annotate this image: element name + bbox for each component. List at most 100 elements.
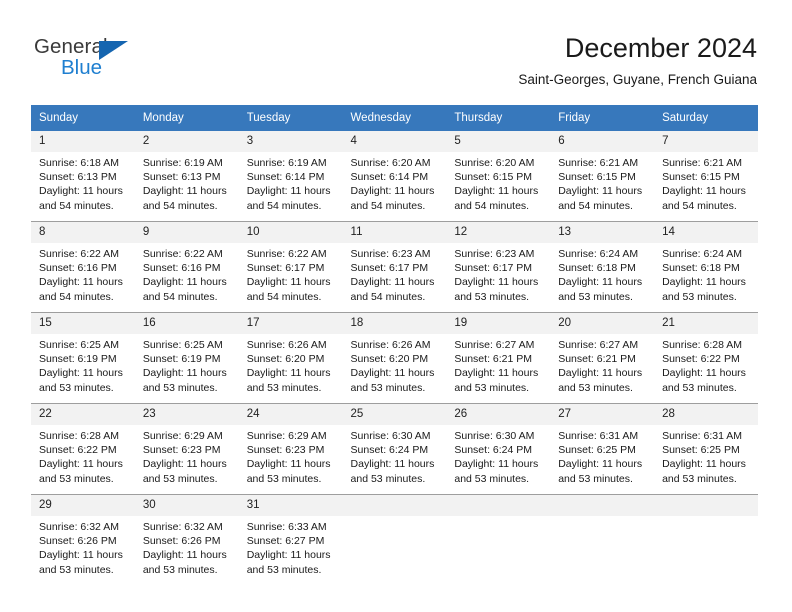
day-cell[interactable]: 11 Sunrise: 6:23 AM Sunset: 6:17 PM Dayl…	[342, 221, 447, 313]
daylight-text-line1: Daylight: 11 hours	[662, 367, 746, 380]
general-blue-logo[interactable]: General Blue	[34, 36, 154, 82]
day-cell[interactable]: 17 Sunrise: 6:26 AM Sunset: 6:20 PM Dayl…	[238, 312, 343, 404]
day-cell[interactable]: 3 Sunrise: 6:19 AM Sunset: 6:14 PM Dayli…	[238, 131, 343, 222]
day-cell[interactable]: 6 Sunrise: 6:21 AM Sunset: 6:15 PM Dayli…	[550, 131, 655, 222]
calendar-week-row: 1 Sunrise: 6:18 AM Sunset: 6:13 PM Dayli…	[31, 131, 758, 222]
day-number: 11	[342, 222, 447, 243]
day-cell[interactable]: 27 Sunrise: 6:31 AM Sunset: 6:25 PM Dayl…	[550, 403, 655, 495]
day-cell[interactable]: 8 Sunrise: 6:22 AM Sunset: 6:16 PM Dayli…	[31, 221, 135, 313]
sunset-text: Sunset: 6:15 PM	[558, 171, 636, 184]
daylight-text-line2: and 53 minutes.	[142, 381, 218, 394]
day-cell[interactable]: 29 Sunrise: 6:32 AM Sunset: 6:26 PM Dayl…	[31, 494, 135, 585]
day-cell[interactable]: 14 Sunrise: 6:24 AM Sunset: 6:18 PM Dayl…	[654, 221, 758, 313]
sunrise-text: Sunrise: 6:33 AM	[246, 521, 327, 533]
daylight-text-line1: Daylight: 11 hours	[558, 458, 643, 471]
day-cell[interactable]: 2 Sunrise: 6:19 AM Sunset: 6:13 PM Dayli…	[134, 131, 239, 222]
day-number: 10	[238, 222, 343, 243]
daylight-text-line1: Daylight: 11 hours	[142, 367, 227, 380]
page-header: General Blue December 2024 Saint-Georges…	[0, 0, 792, 100]
day-cell[interactable]: 19 Sunrise: 6:27 AM Sunset: 6:21 PM Dayl…	[446, 312, 551, 404]
daylight-text-line2: and 53 minutes.	[246, 472, 322, 485]
daylight-text-line2: and 54 minutes.	[246, 290, 322, 303]
title-block: December 2024 Saint-Georges, Guyane, Fre…	[518, 32, 757, 89]
sunset-text: Sunset: 6:14 PM	[246, 171, 325, 184]
day-number: 1	[31, 131, 135, 152]
day-number: 4	[342, 131, 447, 152]
day-cell[interactable]: 12 Sunrise: 6:23 AM Sunset: 6:17 PM Dayl…	[446, 221, 551, 313]
sunset-text: Sunset: 6:25 PM	[558, 444, 636, 457]
day-cell[interactable]: 20 Sunrise: 6:27 AM Sunset: 6:21 PM Dayl…	[550, 312, 655, 404]
daylight-text-line1: Daylight: 11 hours	[39, 367, 123, 380]
day-cell[interactable]: 5 Sunrise: 6:20 AM Sunset: 6:15 PM Dayli…	[446, 131, 551, 222]
sunrise-text: Sunrise: 6:29 AM	[246, 430, 327, 442]
day-cell[interactable]: 23 Sunrise: 6:29 AM Sunset: 6:23 PM Dayl…	[134, 403, 239, 495]
day-cell[interactable]: 13 Sunrise: 6:24 AM Sunset: 6:18 PM Dayl…	[550, 221, 655, 313]
day-cell[interactable]: 25 Sunrise: 6:30 AM Sunset: 6:24 PM Dayl…	[342, 403, 447, 495]
sunset-text: Sunset: 6:13 PM	[142, 171, 221, 184]
day-number: 7	[654, 131, 758, 152]
day-cell[interactable]: 4 Sunrise: 6:20 AM Sunset: 6:14 PM Dayli…	[342, 131, 447, 222]
daylight-text-line1: Daylight: 11 hours	[454, 458, 539, 471]
day-details: Sunrise: 6:19 AM Sunset: 6:14 PM Dayligh…	[239, 152, 343, 213]
sunset-text: Sunset: 6:22 PM	[662, 353, 740, 366]
day-number: 29	[31, 495, 135, 516]
sunrise-text: Sunrise: 6:20 AM	[454, 157, 535, 169]
day-number: 21	[654, 313, 758, 334]
day-number: 23	[134, 404, 239, 425]
daylight-text-line1: Daylight: 11 hours	[246, 367, 331, 380]
sunset-text: Sunset: 6:20 PM	[246, 353, 325, 366]
day-cell[interactable]: 22 Sunrise: 6:28 AM Sunset: 6:22 PM Dayl…	[31, 403, 135, 495]
sunset-text: Sunset: 6:19 PM	[142, 353, 221, 366]
day-cell[interactable]: 15 Sunrise: 6:25 AM Sunset: 6:19 PM Dayl…	[31, 312, 135, 404]
day-number	[446, 495, 551, 516]
day-cell-empty	[550, 494, 655, 585]
sunset-text: Sunset: 6:26 PM	[142, 535, 221, 548]
day-details: Sunrise: 6:18 AM Sunset: 6:13 PM Dayligh…	[31, 152, 135, 213]
sunset-text: Sunset: 6:26 PM	[39, 535, 117, 548]
day-details: Sunrise: 6:31 AM Sunset: 6:25 PM Dayligh…	[550, 425, 654, 486]
day-cell[interactable]: 10 Sunrise: 6:22 AM Sunset: 6:17 PM Dayl…	[238, 221, 343, 313]
day-cell[interactable]: 18 Sunrise: 6:26 AM Sunset: 6:20 PM Dayl…	[342, 312, 447, 404]
day-cell[interactable]: 28 Sunrise: 6:31 AM Sunset: 6:25 PM Dayl…	[654, 403, 758, 495]
day-number: 19	[446, 313, 551, 334]
day-number: 27	[550, 404, 655, 425]
weekday-header-thursday: Thursday	[446, 105, 551, 131]
sunrise-text: Sunrise: 6:30 AM	[350, 430, 431, 442]
day-details: Sunrise: 6:30 AM Sunset: 6:24 PM Dayligh…	[446, 425, 550, 486]
day-cell-empty	[342, 494, 447, 585]
day-cell[interactable]: 26 Sunrise: 6:30 AM Sunset: 6:24 PM Dayl…	[446, 403, 551, 495]
sunset-text: Sunset: 6:17 PM	[454, 262, 533, 275]
day-cell[interactable]: 9 Sunrise: 6:22 AM Sunset: 6:16 PM Dayli…	[134, 221, 239, 313]
day-number: 18	[342, 313, 447, 334]
daylight-text-line1: Daylight: 11 hours	[454, 367, 539, 380]
day-cell[interactable]: 16 Sunrise: 6:25 AM Sunset: 6:19 PM Dayl…	[134, 312, 239, 404]
weekday-header-monday: Monday	[134, 105, 239, 131]
day-cell[interactable]: 1 Sunrise: 6:18 AM Sunset: 6:13 PM Dayli…	[31, 131, 135, 222]
daylight-text-line1: Daylight: 11 hours	[662, 458, 746, 471]
day-cell[interactable]: 24 Sunrise: 6:29 AM Sunset: 6:23 PM Dayl…	[238, 403, 343, 495]
day-cell[interactable]: 30 Sunrise: 6:32 AM Sunset: 6:26 PM Dayl…	[134, 494, 239, 585]
daylight-text-line2: and 53 minutes.	[454, 290, 530, 303]
daylight-text-line2: and 53 minutes.	[246, 563, 322, 576]
day-number: 22	[31, 404, 135, 425]
sunrise-text: Sunrise: 6:25 AM	[142, 339, 223, 351]
sunset-text: Sunset: 6:23 PM	[142, 444, 221, 457]
day-details: Sunrise: 6:21 AM Sunset: 6:15 PM Dayligh…	[550, 152, 654, 213]
sunrise-text: Sunrise: 6:30 AM	[454, 430, 535, 442]
day-cell[interactable]: 31 Sunrise: 6:33 AM Sunset: 6:27 PM Dayl…	[238, 494, 343, 585]
sunrise-text: Sunrise: 6:28 AM	[39, 430, 119, 442]
day-details: Sunrise: 6:27 AM Sunset: 6:21 PM Dayligh…	[446, 334, 550, 395]
daylight-text-line1: Daylight: 11 hours	[662, 185, 746, 198]
sunset-text: Sunset: 6:18 PM	[558, 262, 636, 275]
day-number: 8	[31, 222, 135, 243]
daylight-text-line1: Daylight: 11 hours	[350, 185, 435, 198]
day-number: 3	[238, 131, 343, 152]
daylight-text-line2: and 53 minutes.	[246, 381, 322, 394]
sunrise-text: Sunrise: 6:31 AM	[662, 430, 743, 442]
daylight-text-line1: Daylight: 11 hours	[142, 549, 227, 562]
day-cell[interactable]: 21 Sunrise: 6:28 AM Sunset: 6:22 PM Dayl…	[654, 312, 758, 404]
sunset-text: Sunset: 6:15 PM	[662, 171, 740, 184]
day-cell[interactable]: 7 Sunrise: 6:21 AM Sunset: 6:15 PM Dayli…	[654, 131, 758, 222]
daylight-text-line2: and 53 minutes.	[662, 381, 737, 394]
sunset-text: Sunset: 6:17 PM	[246, 262, 325, 275]
